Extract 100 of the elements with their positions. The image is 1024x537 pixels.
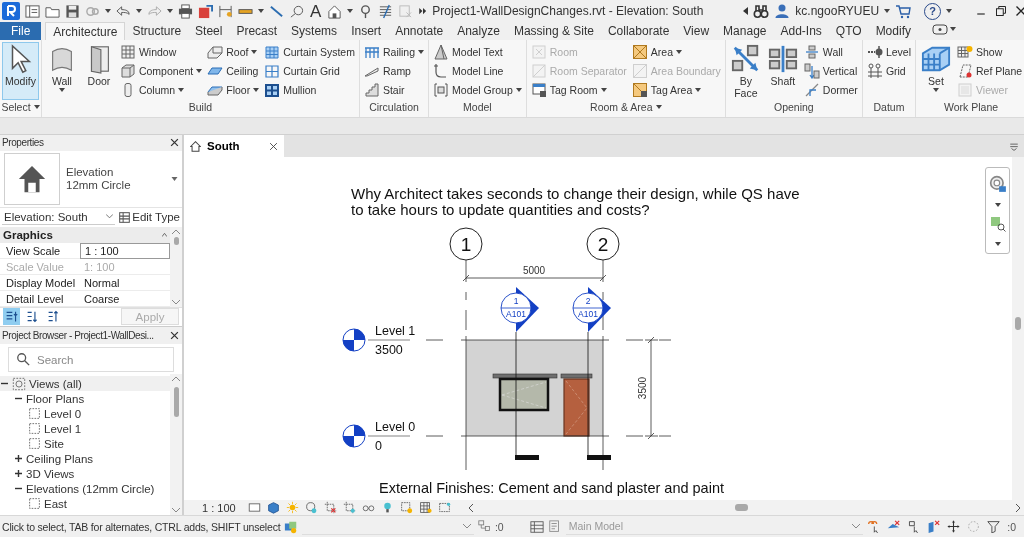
rectangle-icon[interactable] [248, 501, 261, 514]
ribbon-button[interactable]: Floor [205, 80, 262, 99]
ribbon-button[interactable]: Mullion [262, 80, 357, 99]
ribbon-button[interactable]: Railing [361, 42, 427, 61]
steering-wheel-icon[interactable] [988, 174, 1007, 193]
ribbon-tab[interactable]: Annotate [388, 22, 451, 40]
bulb-icon[interactable] [381, 501, 394, 514]
ribbon-button[interactable]: Ramp [361, 61, 427, 80]
crop-frame-icon[interactable] [438, 501, 451, 514]
scroll-thumb[interactable] [735, 504, 748, 511]
ribbon-button[interactable]: Shaft [764, 42, 801, 100]
search-field[interactable]: Search [8, 347, 174, 372]
network-icon[interactable] [477, 520, 491, 533]
scroll-right-icon[interactable] [1016, 503, 1021, 512]
ribbon-button[interactable]: Set [918, 42, 954, 100]
ribbon-tab[interactable]: Modify [868, 22, 918, 40]
ribbon-tab[interactable]: QTO [828, 22, 869, 40]
cart-icon[interactable] [895, 3, 912, 19]
workset-icon[interactable] [284, 519, 299, 534]
ribbon-tab[interactable]: Steel [188, 22, 230, 40]
expand-icon[interactable] [14, 454, 23, 463]
ribbon-button[interactable]: Curtain System [262, 42, 357, 61]
ribbon-button[interactable]: Model Text [431, 42, 524, 61]
tree-item[interactable]: Floor Plans [26, 392, 85, 405]
ribbon-button[interactable]: Door [80, 42, 117, 100]
list-icon[interactable] [1009, 141, 1019, 151]
dimension-icon[interactable] [218, 3, 233, 19]
tree-item[interactable]: Ceiling Plans [26, 452, 94, 465]
user-name[interactable]: kc.ngooRYUEU [795, 4, 880, 18]
scrollbar[interactable] [170, 226, 182, 307]
scroll-down-icon[interactable] [172, 508, 180, 513]
text-tool-button[interactable]: A [309, 2, 323, 20]
tree-item[interactable]: Elevations (12mm Circle) [26, 482, 155, 495]
house-icon[interactable] [327, 3, 343, 19]
ribbon-button[interactable]: Wall [801, 42, 860, 61]
ribbon-button[interactable]: Vertical [801, 61, 860, 80]
restore-icon[interactable] [995, 5, 1008, 17]
zoom-icon[interactable] [989, 216, 1006, 233]
list-icon[interactable] [529, 519, 544, 534]
ribbon-button[interactable]: Tag Area [629, 80, 723, 99]
print-icon[interactable] [178, 3, 193, 19]
edit-type-button[interactable]: Edit Type [119, 211, 180, 224]
caret-icon[interactable] [743, 7, 749, 15]
expand-icon[interactable] [14, 469, 23, 478]
ribbon-button[interactable]: Ref Plane [955, 61, 1024, 80]
save-icon[interactable] [65, 3, 80, 19]
ribbon-button[interactable]: Show [955, 42, 1024, 61]
ribbon-button[interactable]: Grid [864, 61, 913, 80]
double-chevron-icon[interactable] [418, 6, 429, 16]
ribbon-button[interactable]: Level [864, 42, 913, 61]
app-logo[interactable] [2, 2, 20, 20]
line-icon[interactable] [269, 3, 284, 19]
ribbon-tab[interactable]: Add-Ins [773, 22, 829, 40]
ribbon-tab[interactable]: Collaborate [600, 22, 677, 40]
ribbon-button[interactable]: Tag Room [528, 80, 629, 99]
sort-button[interactable] [3, 308, 20, 326]
scroll-left-icon[interactable] [468, 503, 473, 512]
close-icon[interactable] [170, 331, 179, 340]
ribbon-tab[interactable]: Structure [125, 22, 189, 40]
ribbon-button[interactable]: Wall [43, 42, 80, 100]
ribbon-button[interactable]: Curtain Grid [262, 61, 357, 80]
document-tab[interactable]: South [184, 135, 284, 157]
ribbon-button[interactable]: Stair [361, 80, 427, 99]
ribbon-button[interactable]: Ceiling [205, 61, 262, 80]
ribbon-button[interactable]: Model Group [431, 80, 524, 99]
ribbon-button[interactable]: Model Line [431, 61, 524, 80]
filter-icon[interactable] [987, 520, 1001, 533]
tree-item[interactable]: 3D Views [26, 467, 75, 480]
ribbon-button[interactable]: Area [629, 42, 723, 61]
drag-icon[interactable] [947, 520, 961, 533]
export-icon[interactable] [198, 3, 213, 19]
instance-dropdown[interactable]: Elevation: South [2, 209, 116, 225]
undo-icon[interactable] [116, 3, 131, 19]
scrollbar[interactable] [1012, 157, 1024, 500]
ribbon-tab[interactable]: View [676, 22, 717, 40]
user-icon[interactable] [774, 3, 791, 19]
binoculars-icon[interactable] [753, 3, 770, 19]
ribbon-button[interactable]: Column [117, 80, 205, 99]
ribbon-button[interactable]: Modify [2, 42, 39, 100]
chevron-icon[interactable] [852, 523, 861, 529]
navigation-bar[interactable] [985, 167, 1010, 254]
panel-icon[interactable] [25, 3, 40, 19]
ribbon-tab[interactable]: Manage [716, 22, 774, 40]
ribbon-button[interactable]: Window [117, 42, 205, 61]
list-icon[interactable] [378, 3, 394, 19]
file-menu-button[interactable]: File [0, 22, 42, 40]
scrollbar[interactable] [170, 374, 182, 515]
close-icon[interactable] [1015, 5, 1024, 17]
tree-item[interactable]: Site [44, 437, 64, 450]
caret-icon[interactable] [171, 176, 178, 181]
ribbon-button[interactable]: Dormer [801, 80, 860, 99]
ribbon-button[interactable]: Roof [205, 42, 262, 61]
ribbon-tab[interactable]: Systems [284, 22, 345, 40]
ribbon-tab[interactable]: Massing & Site [506, 22, 601, 40]
tree-item[interactable]: East [44, 497, 67, 510]
scroll-thumb[interactable] [173, 236, 179, 245]
ribbon-button[interactable]: Component [117, 61, 205, 80]
tree-item[interactable]: Level 0 [44, 407, 82, 420]
close-icon[interactable] [269, 141, 278, 151]
contextual-tab-icon[interactable] [931, 21, 948, 37]
